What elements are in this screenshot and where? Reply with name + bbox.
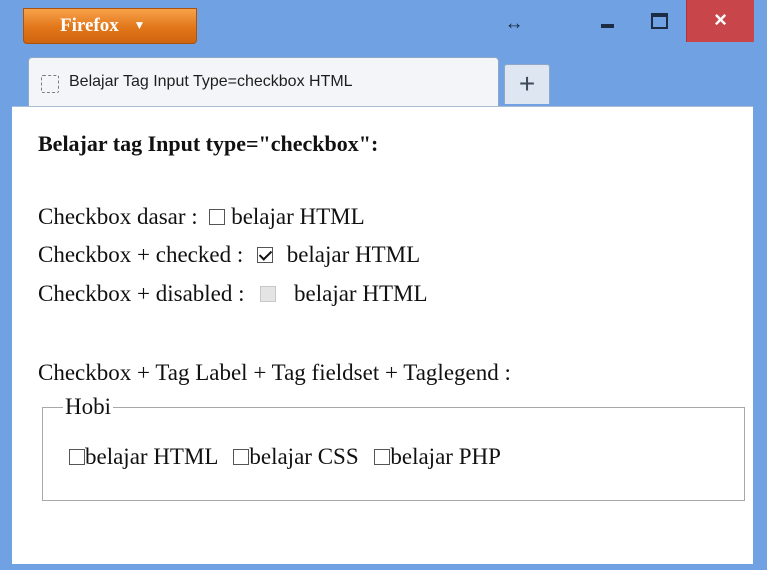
option-label: belajar HTML [85,444,218,469]
option-label: belajar PHP [390,444,501,469]
page-favicon-icon [41,75,59,93]
checkbox-php[interactable] [374,449,391,465]
browser-window: Firefox ▼ ↔ × Belajar Tag Input Type=che… [0,0,767,570]
resize-horizontal-icon[interactable]: ↔ [504,14,524,34]
checkbox-row-disabled: Checkbox + disabled : belajar HTML [38,280,428,308]
checkbox-label: belajar HTML [231,204,365,229]
checkbox-label: belajar HTML [294,281,428,306]
option-php[interactable]: belajar PHP [374,444,501,469]
row-prefix: Checkbox + disabled : [38,281,245,306]
close-icon: × [714,7,727,32]
new-tab-button[interactable]: + [504,64,550,104]
page-heading: Belajar tag Input type="checkbox": [38,131,379,156]
checkbox-label: belajar HTML [286,242,421,267]
fieldset-options: belajar HTML belajar CSS belajar PHP [69,442,511,472]
option-label: belajar CSS [249,444,359,469]
minimize-button[interactable] [584,0,634,42]
fieldset-legend: Hobi [63,394,113,420]
minimize-icon [601,24,614,28]
maximize-button[interactable] [634,0,684,42]
checkbox-basic[interactable] [209,209,226,225]
firefox-menu-button[interactable]: Firefox ▼ [23,8,197,44]
checkbox-disabled [260,286,277,302]
row-prefix: Checkbox dasar : [38,204,198,229]
firefox-menu-label: Firefox [60,15,119,36]
checkbox-row-basic: Checkbox dasar : belajar HTML [38,203,365,231]
chevron-down-icon: ▼ [133,18,146,32]
checkbox-html[interactable] [69,449,85,465]
checkbox-css[interactable] [233,449,250,465]
close-button[interactable]: × [686,0,754,42]
title-bar: Firefox ▼ ↔ × [0,0,767,50]
maximize-icon [651,13,668,29]
option-css[interactable]: belajar CSS [233,444,364,469]
checkbox-checked[interactable] [256,247,273,263]
tab-title: Belajar Tag Input Type=checkbox HTML [69,73,353,90]
row-prefix: Checkbox + checked : [38,242,244,267]
checkbox-row-checked: Checkbox + checked : belajar HTML [38,241,420,269]
tab-active[interactable]: Belajar Tag Input Type=checkbox HTML [28,57,499,107]
page-content: Belajar tag Input type="checkbox": Check… [12,106,753,564]
fieldset-caption: Checkbox + Tag Label + Tag fieldset + Ta… [38,360,511,385]
hobi-fieldset: Hobi belajar HTML belajar CSS belajar PH… [42,394,745,501]
option-html[interactable]: belajar HTML [69,444,223,469]
